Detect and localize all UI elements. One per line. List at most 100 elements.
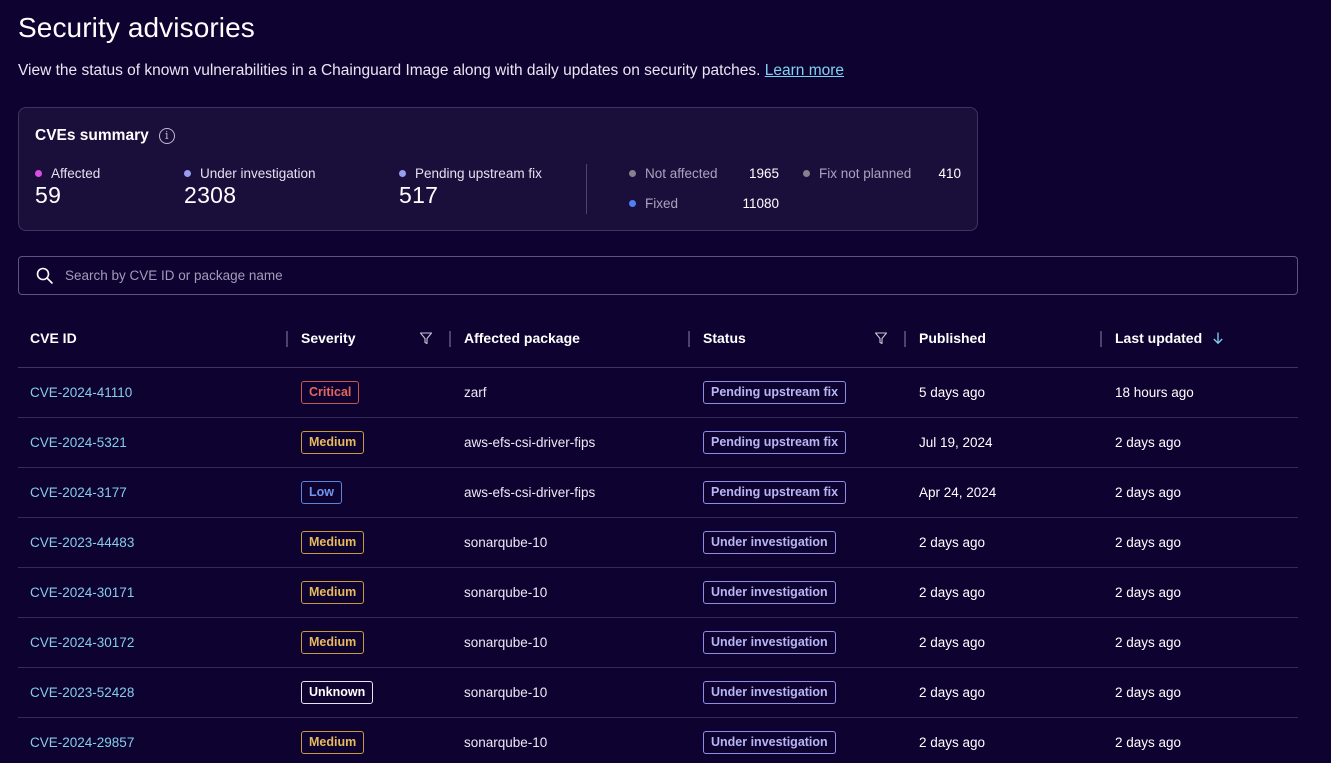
cve-id-link[interactable]: CVE-2023-44483 [30,535,134,550]
last-updated-cell: 18 hours ago [1115,385,1194,400]
column-resizer[interactable] [286,331,288,347]
status-badge: Under investigation [703,531,836,554]
summary-title: CVEs summary i [35,127,175,145]
column-resizer[interactable] [449,331,451,347]
cves-summary-card: CVEs summary i Affected 59 Under investi… [18,107,978,231]
status-cell: Under investigation [703,568,836,617]
published-cell: 2 days ago [919,735,986,750]
cve-id-cell: CVE-2024-3177 [30,468,127,517]
last-updated-cell: 2 days ago [1115,685,1182,700]
stat-label: Fixed [645,196,679,211]
advisories-table: CVE ID Severity Affected package Status … [18,318,1298,763]
package-cell: sonarqube-10 [464,685,548,700]
table-row[interactable]: CVE-2023-52428 Unknown sonarqube-10 Unde… [18,668,1298,718]
cve-id-link[interactable]: CVE-2024-41110 [30,385,132,400]
filter-icon[interactable] [874,331,888,345]
cve-id-link[interactable]: CVE-2024-5321 [30,435,127,450]
cve-id-cell: CVE-2024-5321 [30,418,127,467]
status-cell: Pending upstream fix [703,368,847,417]
published-cell: 5 days ago [919,385,986,400]
column-resizer[interactable] [688,331,690,347]
stat-label: Affected [51,166,101,181]
severity-badge: Medium [301,431,365,454]
column-header-published[interactable]: Published [919,330,986,346]
status-dot-icon [399,170,406,177]
cve-id-link[interactable]: CVE-2023-52428 [30,685,134,700]
learn-more-link[interactable]: Learn more [765,62,844,79]
status-dot-icon [35,170,42,177]
column-header-last-updated[interactable]: Last updated [1115,330,1224,346]
sort-descending-icon[interactable] [1212,331,1224,345]
summary-divider [586,164,587,214]
stat-fix-not-planned: Fix not planned 410 [803,166,961,181]
cve-id-link[interactable]: CVE-2024-30171 [30,585,134,600]
status-badge: Under investigation [703,581,836,604]
last-updated-cell: 2 days ago [1115,535,1182,550]
table-row[interactable]: CVE-2024-30172 Medium sonarqube-10 Under… [18,618,1298,668]
cve-id-cell: CVE-2024-30172 [30,618,134,667]
last-updated-cell: 2 days ago [1115,585,1182,600]
search-input[interactable] [65,268,1265,283]
search-icon [36,267,53,284]
severity-cell: Medium [301,418,365,467]
last-updated-cell: 2 days ago [1115,635,1182,650]
cve-id-cell: CVE-2024-41110 [30,368,132,417]
info-icon[interactable]: i [158,128,175,144]
package-cell: zarf [464,385,487,400]
cve-id-cell: CVE-2023-52428 [30,668,134,717]
table-header: CVE ID Severity Affected package Status … [18,318,1298,368]
cve-id-link[interactable]: CVE-2024-3177 [30,485,127,500]
stat-value: 517 [399,182,439,208]
column-header-affected-package[interactable]: Affected package [464,330,580,346]
status-badge: Pending upstream fix [703,431,847,454]
status-badge: Under investigation [703,681,836,704]
cve-id-cell: CVE-2023-44483 [30,518,134,567]
published-cell: 2 days ago [919,585,986,600]
status-cell: Under investigation [703,518,836,567]
summary-title-text: CVEs summary [35,127,149,144]
table-row[interactable]: CVE-2024-3177 Low aws-efs-csi-driver-fip… [18,468,1298,518]
stat-value: 2308 [184,182,237,208]
published-cell: Apr 24, 2024 [919,485,997,500]
status-dot-icon [184,170,191,177]
last-updated-cell: 2 days ago [1115,435,1182,450]
description-text: View the status of known vulnerabilities… [18,62,761,79]
page-description: View the status of known vulnerabilities… [18,62,844,80]
package-cell: sonarqube-10 [464,635,548,650]
package-cell: aws-efs-csi-driver-fips [464,485,596,500]
column-resizer[interactable] [904,331,906,347]
stat-not-affected: Not affected 1965 [629,166,779,181]
column-resizer[interactable] [1100,331,1102,347]
published-cell: 2 days ago [919,685,986,700]
status-cell: Under investigation [703,668,836,717]
column-header-severity[interactable]: Severity [301,330,355,346]
cve-id-link[interactable]: CVE-2024-30172 [30,635,134,650]
table-body: CVE-2024-41110 Critical zarf Pending ups… [18,368,1298,763]
table-row[interactable]: CVE-2023-44483 Medium sonarqube-10 Under… [18,518,1298,568]
table-row[interactable]: CVE-2024-41110 Critical zarf Pending ups… [18,368,1298,418]
cve-id-link[interactable]: CVE-2024-29857 [30,735,134,750]
page-title: Security advisories [18,12,255,43]
severity-cell: Critical [301,368,360,417]
column-header-cve-id[interactable]: CVE ID [30,330,77,346]
status-cell: Under investigation [703,718,836,763]
last-updated-cell: 2 days ago [1115,485,1182,500]
status-cell: Pending upstream fix [703,468,847,517]
column-header-status[interactable]: Status [703,330,746,346]
severity-cell: Medium [301,618,365,667]
table-row[interactable]: CVE-2024-5321 Medium aws-efs-csi-driver-… [18,418,1298,468]
severity-badge: Unknown [301,681,374,704]
status-cell: Pending upstream fix [703,418,847,467]
status-dot-icon [629,170,636,177]
package-cell: sonarqube-10 [464,535,548,550]
cve-id-cell: CVE-2024-29857 [30,718,134,763]
stat-label: Not affected [645,166,718,181]
stat-affected: Affected 59 [35,166,100,209]
table-row[interactable]: CVE-2024-29857 Medium sonarqube-10 Under… [18,718,1298,763]
filter-icon[interactable] [419,331,433,345]
severity-cell: Medium [301,518,365,567]
status-dot-icon [803,170,810,177]
status-dot-icon [629,200,636,207]
table-row[interactable]: CVE-2024-30171 Medium sonarqube-10 Under… [18,568,1298,618]
severity-badge: Low [301,481,342,504]
